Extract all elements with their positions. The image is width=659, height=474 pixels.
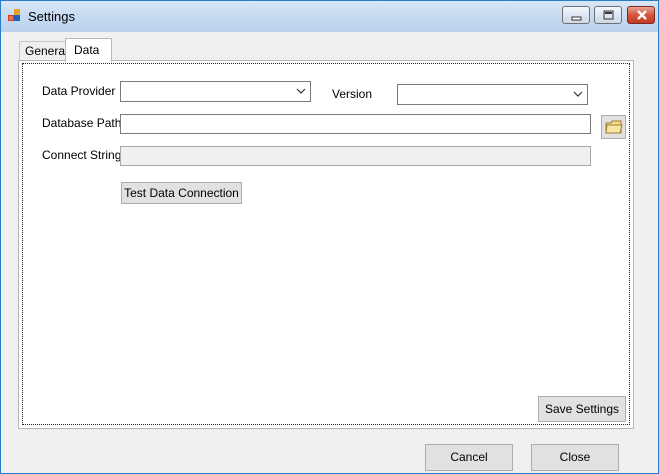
data-provider-dropdown[interactable] [120,81,311,102]
database-path-label: Database Path [42,116,122,130]
chevron-down-icon [296,88,306,94]
maximize-icon [603,10,614,20]
chevron-down-icon [573,91,583,97]
close-window-button[interactable] [627,6,655,24]
close-button[interactable]: Close [531,444,619,471]
connect-string-input[interactable] [120,146,591,166]
window-title: Settings [28,9,75,24]
title-bar[interactable]: Settings [1,1,658,32]
folder-icon [605,120,623,134]
connect-string-label: Connect String [42,148,122,162]
tab-general[interactable]: General [19,41,68,61]
tab-data[interactable]: Data [65,38,112,62]
test-data-connection-button[interactable]: Test Data Connection [121,182,242,204]
database-path-input[interactable] [120,114,591,134]
data-provider-label: Data Provider [42,84,116,98]
app-icon [8,9,20,21]
minimize-icon [571,16,582,21]
minimize-button[interactable] [562,6,590,24]
save-settings-button[interactable]: Save Settings [538,396,626,422]
cancel-button[interactable]: Cancel [425,444,513,471]
version-label: Version [332,87,373,101]
data-tab-panel: Data Provider Version Database Path Conn… [18,60,634,429]
settings-window: Settings General Data Data Provider Vers… [0,0,659,474]
version-dropdown[interactable] [397,84,588,105]
browse-database-button[interactable] [601,115,626,139]
maximize-button[interactable] [594,6,622,24]
close-icon [637,10,647,20]
